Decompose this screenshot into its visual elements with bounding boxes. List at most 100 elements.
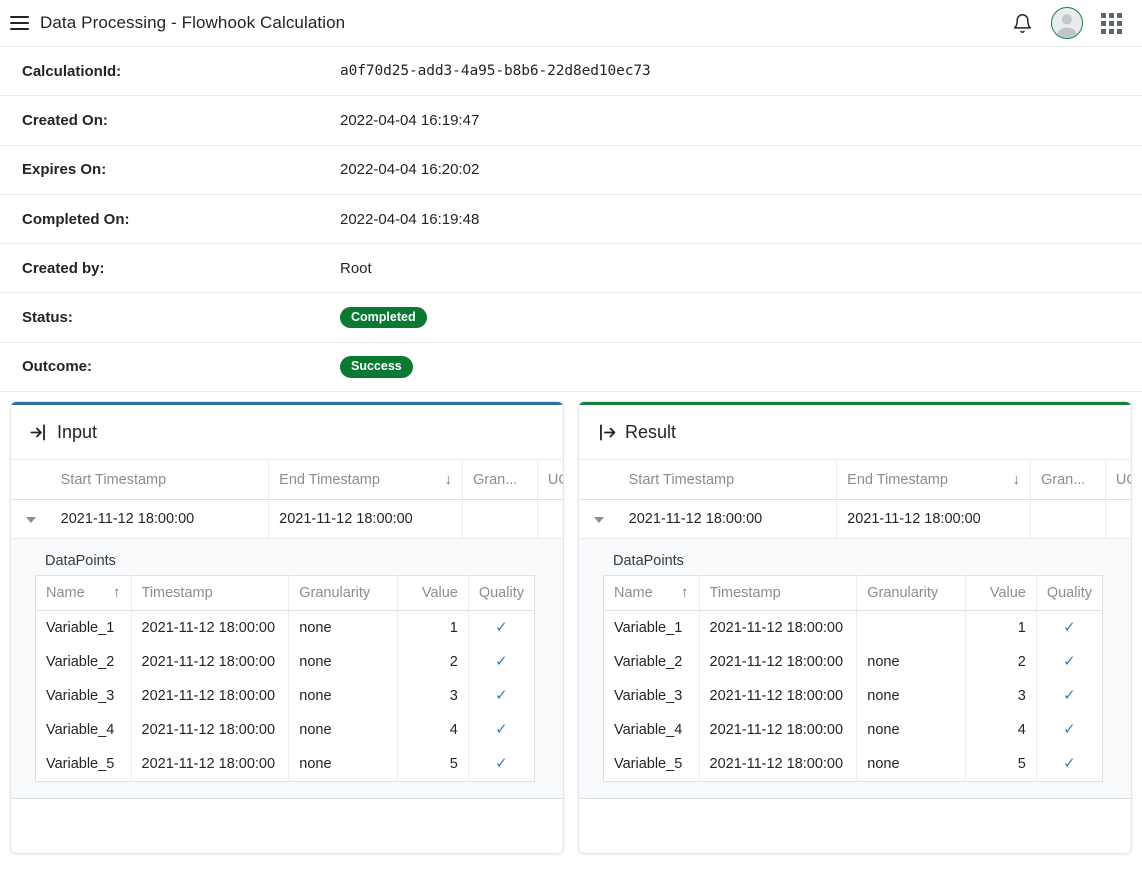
dp-granularity: none bbox=[288, 747, 398, 782]
grid-apps-icon[interactable] bbox=[1101, 12, 1122, 34]
result-outer-table: Start Timestamp ↓ End Timestamp Gran... … bbox=[579, 460, 1131, 540]
dp-value: 3 bbox=[397, 679, 469, 714]
dp-value: 2 bbox=[965, 645, 1037, 680]
result-col-granularity[interactable]: Gran... bbox=[1030, 460, 1106, 501]
input-cell-granularity bbox=[462, 499, 538, 540]
result-dp-col-timestamp[interactable]: Timestamp bbox=[699, 575, 858, 612]
sort-desc-icon: ↓ bbox=[1012, 471, 1020, 489]
result-dp-col-granularity[interactable]: Granularity bbox=[856, 575, 966, 612]
quality-check-icon: ✓ bbox=[495, 619, 508, 637]
result-datapoints-label: DataPoints bbox=[613, 553, 684, 570]
dp-value: 1 bbox=[397, 610, 469, 646]
dp-granularity: none bbox=[856, 747, 966, 782]
col-label: Name bbox=[614, 585, 653, 602]
metadata-row-completed-on: Completed On: 2022-04-04 16:19:48 bbox=[0, 195, 1142, 245]
input-dp-col-granularity[interactable]: Granularity bbox=[288, 575, 398, 612]
chevron-down-icon[interactable] bbox=[593, 517, 604, 524]
input-dp-col-name[interactable]: ↑ Name bbox=[35, 575, 132, 612]
result-col-start-timestamp[interactable]: Start Timestamp bbox=[618, 460, 838, 501]
cards-container: Input Start Timestamp ↓ End Timestamp Gr… bbox=[0, 392, 1142, 855]
dp-value: 4 bbox=[965, 713, 1037, 748]
chevron-down-icon[interactable] bbox=[25, 517, 36, 524]
dp-granularity: none bbox=[288, 679, 398, 714]
outcome-badge: Success bbox=[340, 356, 413, 378]
hamburger-menu-icon[interactable] bbox=[6, 10, 32, 36]
input-card: Input Start Timestamp ↓ End Timestamp Gr… bbox=[10, 401, 564, 855]
input-dp-col-value[interactable]: Value bbox=[397, 575, 469, 612]
dp-granularity bbox=[856, 610, 966, 646]
calculation-metadata: CalculationId: a0f70d25-add3-4a95-b8b6-2… bbox=[0, 47, 1142, 393]
col-label: Name bbox=[46, 585, 85, 602]
col-label: UOM ... bbox=[1115, 472, 1131, 489]
metadata-label: Created On: bbox=[22, 111, 108, 129]
metadata-label: Expires On: bbox=[22, 161, 107, 179]
dp-name: Variable_3 bbox=[603, 679, 700, 714]
result-card-body: Start Timestamp ↓ End Timestamp Gran... … bbox=[579, 460, 1131, 853]
dp-name: Variable_5 bbox=[603, 747, 700, 782]
sort-asc-icon: ↑ bbox=[113, 584, 121, 602]
result-outer-header-row: Start Timestamp ↓ End Timestamp Gran... … bbox=[579, 460, 1131, 501]
dp-value: 1 bbox=[965, 610, 1037, 646]
input-col-granularity[interactable]: Gran... bbox=[462, 460, 538, 501]
input-card-body: Start Timestamp ↓ End Timestamp Gran... … bbox=[11, 460, 563, 853]
metadata-row-created-by: Created by: Root bbox=[0, 244, 1142, 294]
result-dp-col-quality[interactable]: Quality bbox=[1036, 575, 1103, 612]
dp-name: Variable_3 bbox=[35, 679, 132, 714]
input-datapoint-row: Variable_1 2021-11-12 18:00:00 none 1 ✓ bbox=[35, 610, 535, 646]
input-datapoint-row: Variable_5 2021-11-12 18:00:00 none 5 ✓ bbox=[35, 747, 535, 782]
result-dp-col-name[interactable]: ↑ Name bbox=[603, 575, 700, 612]
result-table-row[interactable]: 2021-11-12 18:00:00 2021-11-12 18:00:00 bbox=[579, 499, 1131, 540]
dp-name: Variable_2 bbox=[603, 645, 700, 680]
user-avatar-icon bbox=[1056, 14, 1078, 38]
result-col-uom[interactable]: UOM ... bbox=[1105, 460, 1131, 501]
input-datapoints-label: DataPoints bbox=[45, 553, 116, 570]
quality-check-icon: ✓ bbox=[495, 721, 508, 739]
input-outer-table: Start Timestamp ↓ End Timestamp Gran... … bbox=[11, 460, 563, 540]
input-col-end-timestamp[interactable]: ↓ End Timestamp bbox=[268, 460, 463, 501]
result-cell-end-timestamp: 2021-11-12 18:00:00 bbox=[836, 499, 1031, 540]
input-dp-col-quality[interactable]: Quality bbox=[468, 575, 535, 612]
dp-value: 3 bbox=[965, 679, 1037, 714]
metadata-value-created-on: 2022-04-04 16:19:47 bbox=[340, 111, 480, 129]
result-cell-granularity bbox=[1030, 499, 1106, 540]
result-datapoints-table: ↑ Name Timestamp Granularity Value Quali… bbox=[603, 575, 1103, 783]
avatar[interactable] bbox=[1051, 7, 1083, 39]
metadata-label: Outcome: bbox=[22, 358, 93, 376]
col-label: End Timestamp bbox=[279, 472, 380, 489]
dp-granularity: none bbox=[856, 645, 966, 680]
header-actions bbox=[1012, 7, 1122, 39]
result-datapoint-row: Variable_1 2021-11-12 18:00:00 1 ✓ bbox=[603, 610, 1103, 646]
result-datapoint-row: Variable_5 2021-11-12 18:00:00 none 5 ✓ bbox=[603, 747, 1103, 782]
input-table-row[interactable]: 2021-11-12 18:00:00 2021-11-12 18:00:00 bbox=[11, 499, 563, 540]
metadata-label: Created by: bbox=[22, 259, 105, 277]
input-col-start-timestamp[interactable]: Start Timestamp bbox=[50, 460, 270, 501]
app-header: Data Processing - Flowhook Calculation bbox=[0, 0, 1142, 47]
quality-check-icon: ✓ bbox=[1063, 653, 1076, 671]
input-expand-toggle[interactable] bbox=[11, 499, 51, 540]
quality-check-icon: ✓ bbox=[1063, 755, 1076, 773]
input-dp-col-timestamp[interactable]: Timestamp bbox=[131, 575, 290, 612]
input-datapoint-row: Variable_2 2021-11-12 18:00:00 none 2 ✓ bbox=[35, 645, 535, 680]
input-datapoints-header-row: ↑ Name Timestamp Granularity Value Quali… bbox=[35, 575, 535, 612]
dp-timestamp: 2021-11-12 18:00:00 bbox=[699, 679, 858, 714]
input-expand-column-header bbox=[11, 460, 51, 501]
bell-icon[interactable] bbox=[1012, 13, 1033, 34]
result-card: Result Start Timestamp ↓ End Timestamp G… bbox=[578, 401, 1132, 855]
input-card-header: Input bbox=[11, 402, 563, 461]
input-col-uom[interactable]: UOM ... bbox=[537, 460, 563, 501]
result-dp-col-value[interactable]: Value bbox=[965, 575, 1037, 612]
input-card-title: Input bbox=[57, 421, 98, 442]
dp-name: Variable_1 bbox=[35, 610, 132, 646]
result-datapoint-row: Variable_2 2021-11-12 18:00:00 none 2 ✓ bbox=[603, 645, 1103, 680]
result-datapoint-row: Variable_4 2021-11-12 18:00:00 none 4 ✓ bbox=[603, 713, 1103, 748]
quality-check-icon: ✓ bbox=[495, 653, 508, 671]
metadata-row-created-on: Created On: 2022-04-04 16:19:47 bbox=[0, 96, 1142, 146]
metadata-value-expires-on: 2022-04-04 16:20:02 bbox=[340, 161, 480, 179]
quality-check-icon: ✓ bbox=[1063, 687, 1076, 705]
metadata-value-created-by: Root bbox=[340, 259, 372, 277]
result-col-end-timestamp[interactable]: ↓ End Timestamp bbox=[836, 460, 1031, 501]
dp-granularity: none bbox=[856, 713, 966, 748]
dp-name: Variable_4 bbox=[35, 713, 132, 748]
result-expand-toggle[interactable] bbox=[579, 499, 619, 540]
dp-value: 2 bbox=[397, 645, 469, 680]
